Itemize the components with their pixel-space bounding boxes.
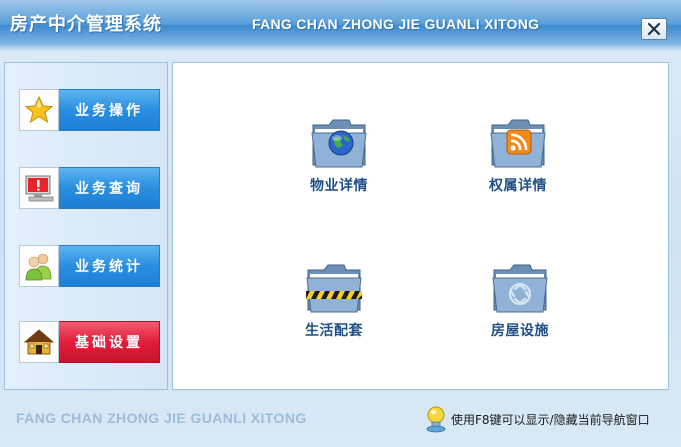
alert-monitor-icon <box>19 167 59 209</box>
tile-label: 生活配套 <box>305 323 363 339</box>
star-icon <box>19 89 59 131</box>
tile-label: 权属详情 <box>489 178 547 194</box>
title-bar: 房产中介管理系统 FANG CHAN ZHONG JIE GUANLI XITO… <box>0 0 681 52</box>
app-title: 房产中介管理系统 <box>10 14 162 35</box>
folder-rss-icon <box>490 119 546 168</box>
folder-recycle-icon <box>492 264 548 313</box>
sidebar-item-basic-settings[interactable]: 基础设置 <box>19 321 160 363</box>
lightbulb-icon <box>426 406 446 433</box>
sidebar-item-label: 基础设置 <box>75 335 143 351</box>
folder-caution-icon <box>306 264 362 313</box>
sidebar: 业务操作 业务查询 业务统计 基础设置 <box>4 62 168 390</box>
tile-living-facilities[interactable]: 生活配套 <box>269 258 399 368</box>
sidebar-item-label: 业务查询 <box>75 181 143 197</box>
close-button[interactable] <box>641 18 667 40</box>
tile-property-details[interactable]: 物业详情 <box>274 113 404 223</box>
tile-label: 房屋设施 <box>491 323 549 339</box>
close-icon <box>647 22 661 36</box>
users-icon <box>19 245 59 287</box>
app-title-english: FANG CHAN ZHONG JIE GUANLI XITONG <box>252 16 540 32</box>
sidebar-item-label: 业务操作 <box>75 103 143 119</box>
hint-text: 使用F8键可以显示/隐藏当前导航窗口 <box>451 412 650 427</box>
sidebar-item-business-statistics[interactable]: 业务统计 <box>19 245 160 287</box>
sidebar-item-business-operation[interactable]: 业务操作 <box>19 89 160 131</box>
house-icon <box>19 321 59 363</box>
tile-ownership-details[interactable]: 权属详情 <box>453 113 583 223</box>
tile-house-facilities[interactable]: 房屋设施 <box>455 258 585 368</box>
sidebar-item-label: 业务统计 <box>75 259 143 275</box>
folder-globe-icon <box>311 119 367 168</box>
footer-brand: FANG CHAN ZHONG JIE GUANLI XITONG <box>16 410 307 426</box>
main-panel: 物业详情 权属详情 生活配套 房屋设施 <box>172 62 669 390</box>
sidebar-item-business-query[interactable]: 业务查询 <box>19 167 160 209</box>
navigation-hint: 使用F8键可以显示/隐藏当前导航窗口 <box>424 404 681 434</box>
tile-label: 物业详情 <box>310 178 368 194</box>
